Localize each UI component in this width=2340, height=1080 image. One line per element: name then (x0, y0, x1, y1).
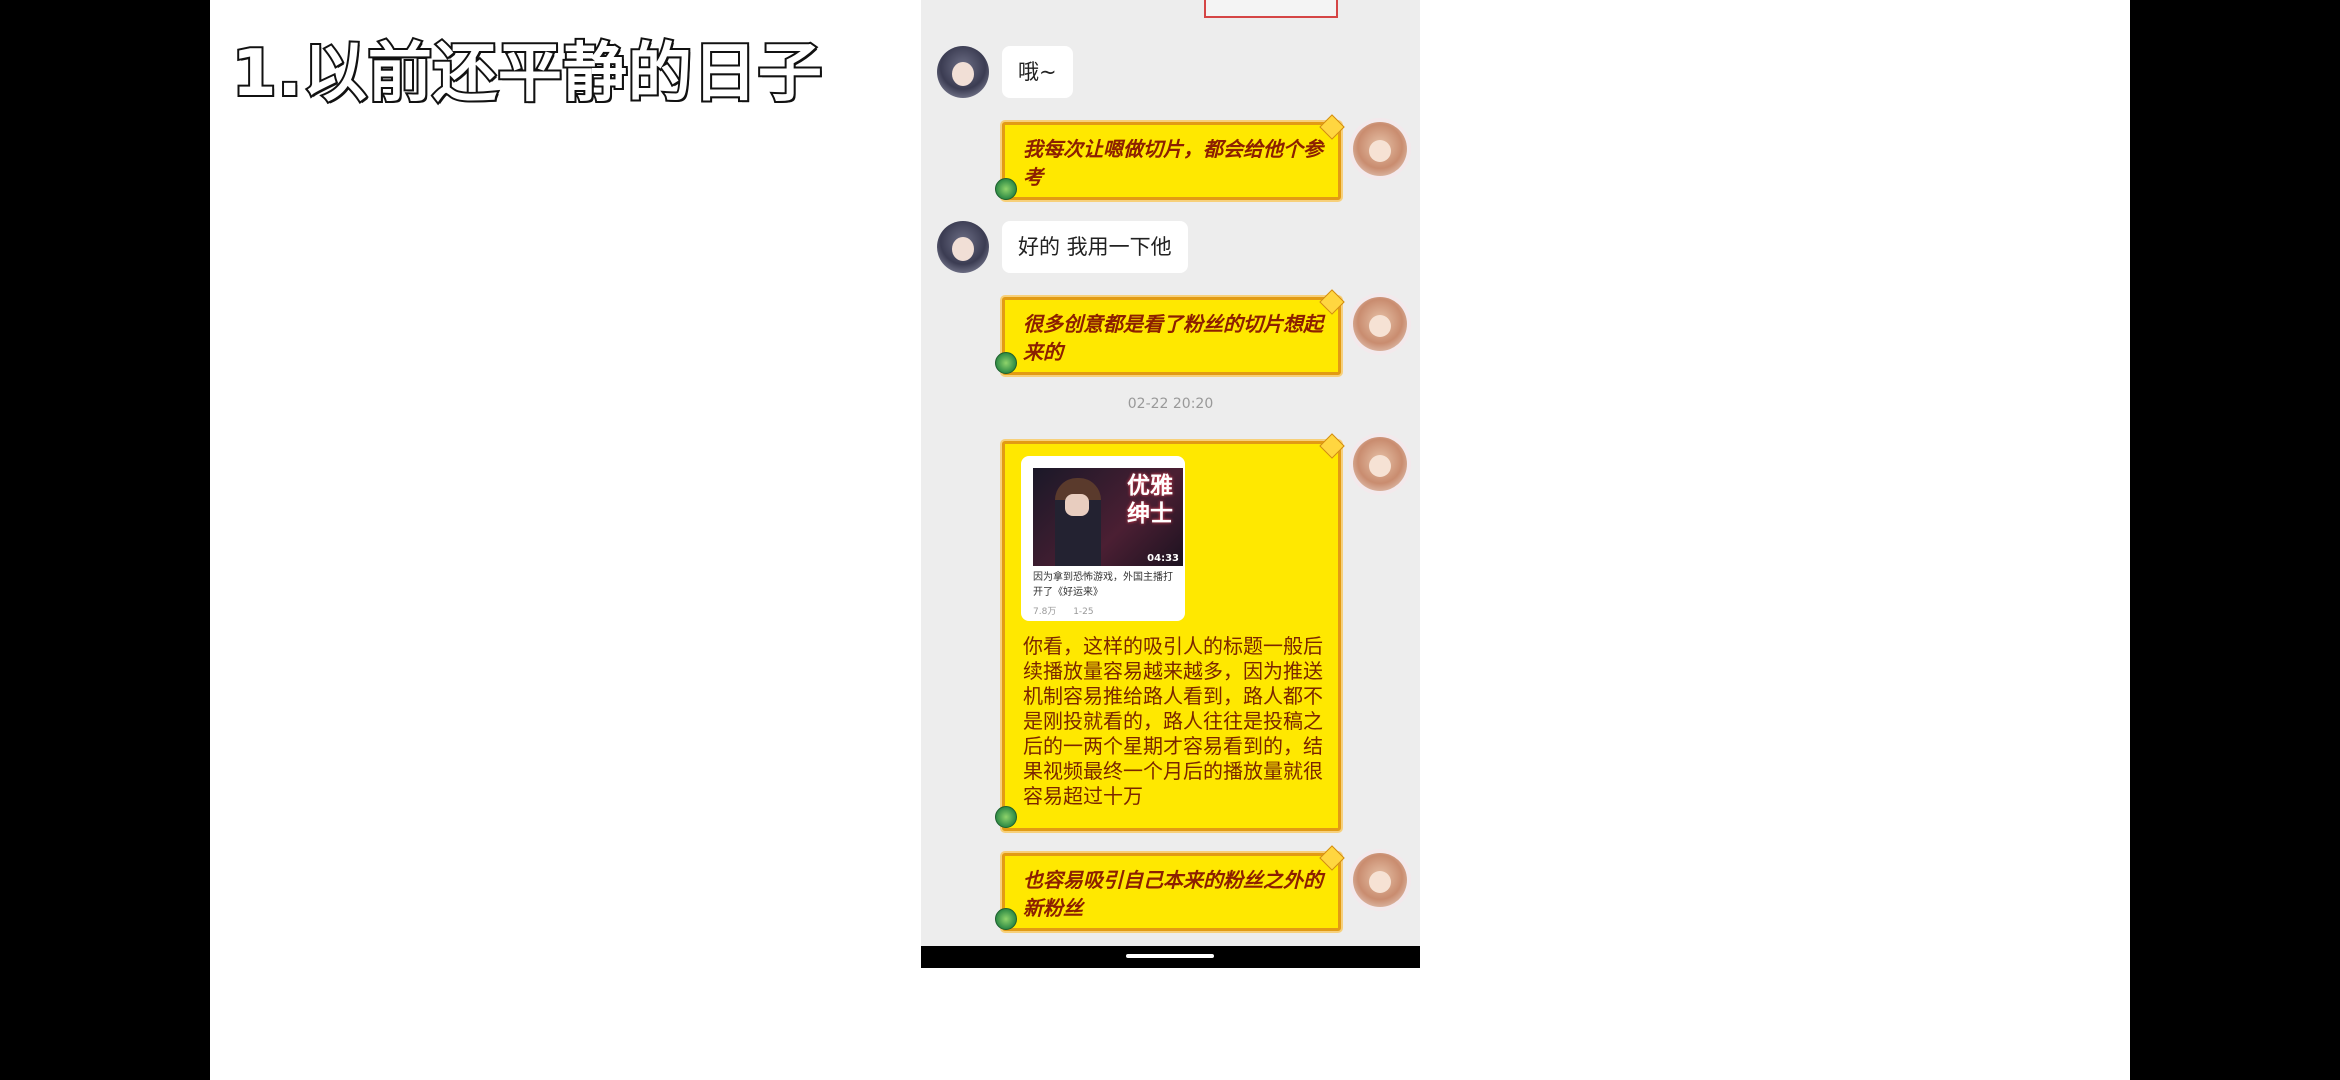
chat-screen[interactable]: 哦~ 我每次让嗯做切片，都会给他个参考 好的 我用一下他 很多创意都是看了粉丝的… (921, 0, 1420, 966)
thumbnail-title: 优雅绅士 (1127, 473, 1173, 527)
video-meta: 7.8万 1-25 (1033, 604, 1108, 617)
message-bubble-right[interactable]: 我每次让嗯做切片，都会给他个参考 (1002, 122, 1341, 200)
video-duration: 04:33 (1147, 553, 1179, 564)
bubble-decor-icon (995, 806, 1017, 828)
bubble-decor-icon (995, 178, 1017, 200)
message-text: 我每次让嗯做切片，都会给他个参考 (1023, 137, 1323, 189)
self-avatar[interactable] (1353, 853, 1407, 907)
message-bubble-right[interactable]: 很多创意都是看了粉丝的切片想起来的 (1002, 297, 1341, 375)
message-bubble-left[interactable]: 好的 我用一下他 (1002, 221, 1188, 273)
contact-avatar[interactable] (937, 46, 989, 98)
upload-date: 1-25 (1073, 607, 1094, 617)
home-indicator[interactable] (1126, 954, 1214, 958)
video-frame: 1.以前还平静的日子 哦~ 我每次让嗯做切片，都会给他个参考 好的 我用一下他 … (210, 0, 2130, 1080)
self-avatar[interactable] (1353, 437, 1407, 491)
message-bubble-left[interactable]: 哦~ (1002, 46, 1073, 98)
video-thumbnail[interactable]: 优雅绅士 04:33 (1033, 468, 1183, 566)
message-bubble-right[interactable]: 也容易吸引自己本来的粉丝之外的新粉丝 (1002, 853, 1341, 931)
bubble-decor-icon (995, 908, 1017, 930)
message-bubble-right-with-card[interactable]: 优雅绅士 04:33 因为拿到恐怖游戏，外国主播打开了《好运来》 7.8万 1-… (1002, 441, 1341, 831)
message-text: 很多创意都是看了粉丝的切片想起来的 (1023, 312, 1323, 364)
video-title: 因为拿到恐怖游戏，外国主播打开了《好运来》 (1033, 572, 1173, 598)
system-nav-bar (921, 946, 1420, 968)
bubble-decor-icon (995, 352, 1017, 374)
message-text: 你看，这样的吸引人的标题一般后续播放量容易越来越多，因为推送机制容易推给路人看到… (1023, 634, 1323, 808)
contact-avatar[interactable] (937, 221, 989, 273)
message-text: 也容易吸引自己本来的粉丝之外的新粉丝 (1023, 868, 1323, 920)
video-share-card[interactable]: 优雅绅士 04:33 因为拿到恐怖游戏，外国主播打开了《好运来》 7.8万 1-… (1021, 456, 1185, 621)
self-avatar[interactable] (1353, 122, 1407, 176)
message-timestamp: 02-22 20:20 (1127, 396, 1214, 412)
cropped-message-fragment (1204, 0, 1338, 18)
video-caption: 1.以前还平静的日子 (230, 35, 824, 113)
self-avatar[interactable] (1353, 297, 1407, 351)
view-count: 7.8万 (1033, 607, 1057, 617)
